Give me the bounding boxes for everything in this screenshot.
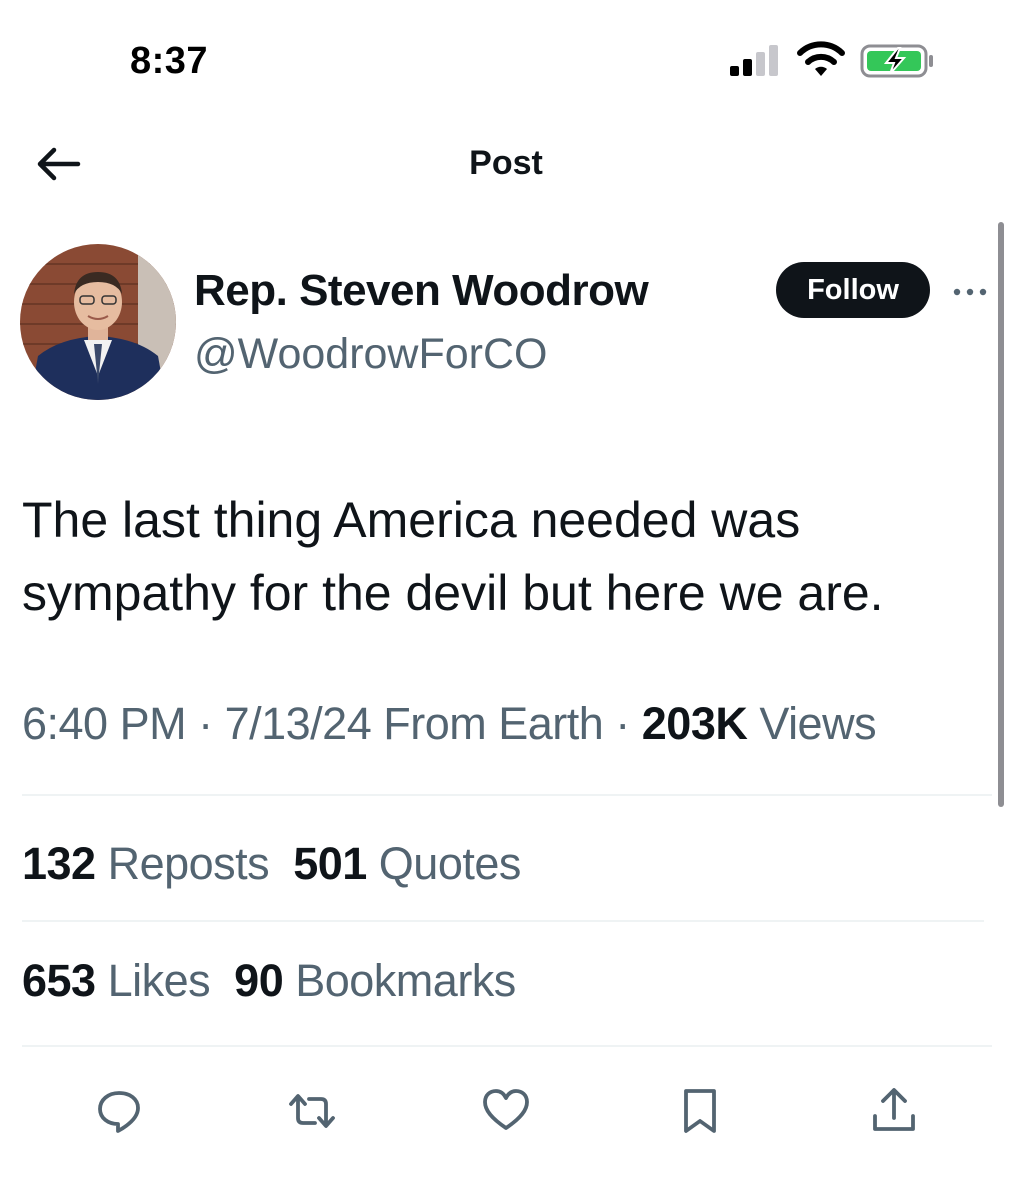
likes-stat[interactable]: 653 Likes <box>22 955 211 1006</box>
likes-count: 653 <box>22 955 96 1006</box>
nav-header: Post <box>0 120 1012 210</box>
stats-row-likes-bookmarks: 653 Likes 90 Bookmarks <box>22 955 516 1007</box>
quotes-label: Quotes <box>366 838 522 889</box>
display-name[interactable]: Rep. Steven Woodrow <box>194 266 649 316</box>
divider <box>22 794 992 796</box>
user-handle[interactable]: @WoodrowForCO <box>194 330 548 379</box>
bookmark-icon[interactable] <box>675 1086 725 1136</box>
reposts-count: 132 <box>22 838 96 889</box>
likes-label: Likes <box>95 955 211 1006</box>
avatar[interactable] <box>20 244 176 400</box>
share-icon[interactable] <box>869 1086 919 1136</box>
like-icon[interactable] <box>481 1086 531 1136</box>
action-bar <box>0 1080 1012 1140</box>
cellular-signal-icon <box>730 45 778 76</box>
tweet-date[interactable]: 7/13/24 <box>225 698 372 749</box>
page-title: Post <box>469 144 543 182</box>
status-time: 8:37 <box>130 40 209 82</box>
status-bar: 8:37 <box>0 0 1012 110</box>
follow-button[interactable]: Follow <box>776 262 930 318</box>
scrollbar[interactable] <box>998 222 1004 807</box>
reposts-stat[interactable]: 132 Reposts <box>22 838 270 889</box>
meta-separator: · <box>603 698 642 749</box>
battery-charging-icon <box>860 44 933 78</box>
views-label: Views <box>747 698 877 749</box>
stats-row-reposts-quotes: 132 Reposts 501 Quotes <box>22 838 521 890</box>
quotes-count: 501 <box>293 838 367 889</box>
tweet-meta: 6:40 PM · 7/13/24 From Earth · 203K View… <box>22 698 877 750</box>
divider <box>22 1045 992 1047</box>
bookmarks-count: 90 <box>234 955 284 1006</box>
views-count: 203K <box>641 698 748 749</box>
reposts-label: Reposts <box>95 838 270 889</box>
repost-icon[interactable] <box>287 1086 337 1136</box>
wifi-icon <box>797 41 845 76</box>
more-horizontal-icon[interactable] <box>950 280 990 304</box>
reply-icon[interactable] <box>94 1086 144 1136</box>
tweet-time[interactable]: 6:40 PM <box>22 698 187 749</box>
tweet-source: From Earth <box>371 698 604 749</box>
divider <box>22 920 984 922</box>
meta-separator: · <box>186 698 225 749</box>
bookmarks-label: Bookmarks <box>283 955 516 1006</box>
tweet-text: The last thing America needed was sympat… <box>22 492 884 621</box>
quotes-stat[interactable]: 501 Quotes <box>293 838 521 889</box>
bookmarks-stat[interactable]: 90 Bookmarks <box>234 955 516 1006</box>
